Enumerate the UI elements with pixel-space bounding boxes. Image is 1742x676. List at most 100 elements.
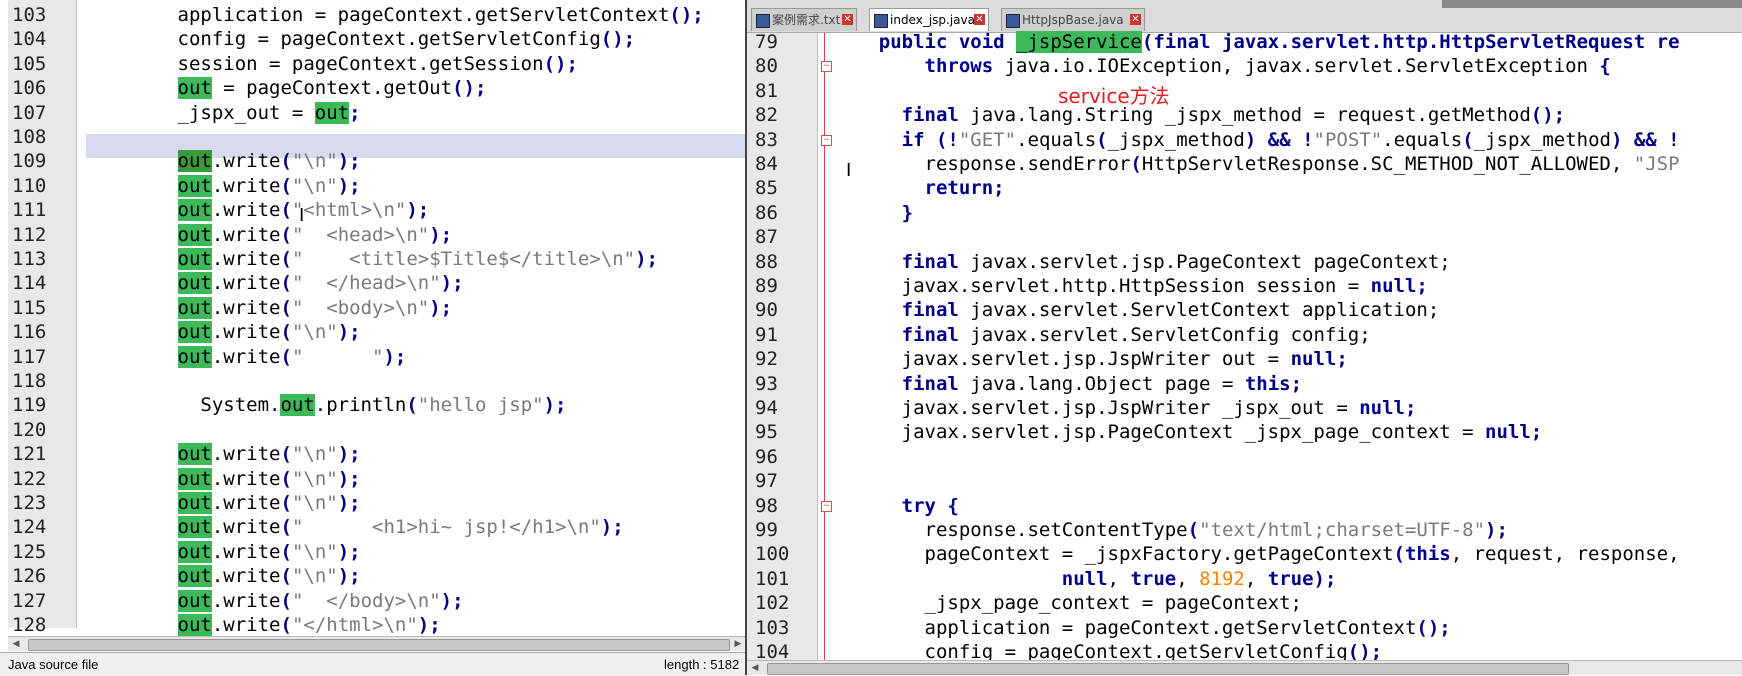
code-line[interactable]: _jspx_page_context = pageContext; — [833, 591, 1303, 615]
code-token: java.io.IOException, javax.servlet.Servl… — [1004, 55, 1600, 78]
line-number: 125 — [12, 540, 47, 563]
code-line[interactable]: response.sendError(HttpServletResponse.S… — [833, 152, 1680, 176]
code-token: "\n" — [291, 492, 338, 514]
code-token: ); — [543, 394, 567, 417]
line-number: 99 — [755, 519, 778, 541]
code-token: ( — [406, 394, 418, 417]
code-token: ) && ! — [1244, 128, 1314, 151]
code-token: ( — [280, 296, 292, 319]
code-line[interactable]: out.write("\n"); — [86, 540, 361, 564]
code-line[interactable]: javax.servlet.jsp.PageContext _jspx_page… — [833, 420, 1543, 444]
scroll-left-arrow-icon[interactable]: ◀ — [749, 662, 761, 674]
code-token: ( — [1096, 128, 1108, 151]
file-icon — [874, 14, 888, 28]
code-line[interactable]: _jspx_out = out; — [86, 101, 361, 125]
code-line[interactable]: final java.lang.String _jspx_method = re… — [833, 103, 1565, 127]
code-line[interactable]: response.setContentType("text/html;chars… — [833, 518, 1508, 542]
code-line[interactable]: if (!"GET".equals(_jspx_method) && !"POS… — [833, 128, 1680, 152]
line-number: 103 — [12, 4, 47, 26]
right-scroll-thumb[interactable] — [767, 663, 1569, 675]
code-line[interactable]: session = pageContext.getSession(); — [86, 52, 578, 76]
code-line[interactable]: out.write("\n"); — [86, 442, 361, 466]
tab-httpjspbase[interactable]: HttpJspBase.java ✕ — [1001, 8, 1145, 31]
code-line[interactable]: out.write(" <head>\n"); — [86, 223, 452, 247]
file-icon — [1006, 14, 1020, 28]
highlighted-token: out — [177, 467, 212, 490]
tab-label: HttpJspBase.java — [1022, 13, 1124, 27]
code-line[interactable]: out.write(" <h1>hi~ jsp!</h1>\n"); — [86, 515, 624, 539]
code-line[interactable]: out.write(" </body>\n"); — [86, 589, 464, 613]
fold-toggle-icon[interactable]: − — [821, 61, 832, 73]
code-line[interactable]: application = pageContext.getServletCont… — [833, 616, 1451, 640]
code-line[interactable]: final javax.servlet.ServletConfig config… — [833, 323, 1371, 347]
fold-toggle-icon[interactable]: − — [821, 134, 832, 146]
code-line[interactable]: out.write("<html>\n"); — [86, 198, 429, 222]
code-token: ); — [440, 272, 464, 295]
left-horizontal-scrollbar[interactable]: ◀ ▶ — [8, 636, 746, 651]
code-line[interactable]: application = pageContext.getServletCont… — [86, 3, 704, 27]
scroll-left-arrow-icon[interactable]: ◀ — [10, 638, 22, 650]
code-line[interactable]: out.write(" <body>\n"); — [86, 296, 452, 320]
code-line[interactable]: return; — [833, 176, 1005, 200]
close-tab-icon[interactable]: ✕ — [974, 14, 985, 25]
line-number: 94 — [755, 397, 778, 419]
code-line[interactable]: out.write("\n"); — [86, 491, 361, 515]
code-token: ); — [600, 516, 624, 539]
close-tab-icon[interactable]: ✕ — [842, 14, 853, 25]
status-length: length : 5182 — [664, 657, 740, 672]
code-line[interactable]: out = pageContext.getOut(); — [86, 76, 486, 100]
code-line[interactable]: try { — [833, 494, 959, 518]
right-horizontal-scrollbar[interactable]: ◀ — [747, 660, 1742, 675]
scroll-right-arrow-icon[interactable]: ▶ — [732, 638, 744, 650]
code-token: application = pageContext.getServletCont… — [86, 4, 670, 26]
fold-toggle-icon[interactable]: − — [821, 500, 832, 512]
line-number: 108 — [12, 126, 47, 148]
code-line[interactable]: } — [833, 201, 913, 225]
code-line[interactable]: out.write(" "); — [86, 345, 406, 369]
line-number: 97 — [755, 470, 778, 493]
code-token: ); — [337, 174, 361, 197]
code-token: .write — [211, 272, 281, 295]
line-number: 104 — [12, 28, 47, 51]
code-token: ; — [1530, 421, 1543, 444]
code-line[interactable]: javax.servlet.http.HttpSession session =… — [833, 274, 1428, 298]
close-tab-icon[interactable]: ✕ — [1130, 14, 1141, 25]
code-line[interactable]: out.write("\n"); — [86, 149, 361, 173]
code-line[interactable]: final javax.servlet.ServletContext appli… — [833, 298, 1440, 322]
tab-label: 案例需求.txt — [772, 13, 841, 27]
code-line[interactable]: config = pageContext.getServletConfig(); — [86, 27, 636, 51]
tab-index-jsp[interactable]: index_jsp.java ✕ — [869, 8, 989, 31]
line-number: 111 — [12, 199, 47, 222]
highlighted-token: out — [177, 321, 212, 344]
code-line[interactable]: javax.servlet.jsp.JspWriter out = null; — [833, 347, 1348, 371]
code-token: ); — [429, 223, 453, 246]
line-number: 100 — [755, 543, 790, 566]
highlighted-token: out — [177, 199, 212, 222]
code-line[interactable]: final javax.servlet.jsp.PageContext page… — [833, 250, 1451, 274]
code-line[interactable]: public void _jspService(final javax.serv… — [833, 30, 1680, 54]
code-line[interactable]: out.write("\n"); — [86, 320, 361, 344]
code-line[interactable]: throws java.io.IOException, javax.servle… — [833, 54, 1611, 78]
code-line[interactable]: out.write("\n"); — [86, 174, 361, 198]
code-line[interactable]: out.write(" <title>$Title$</title>\n"); — [86, 247, 658, 271]
code-line[interactable]: out.write("</html>\n"); — [86, 613, 441, 637]
tab-case-requirements[interactable]: 案例需求.txt ✕ — [751, 8, 857, 31]
highlighted-token: out — [177, 492, 212, 514]
highlighted-token: out — [177, 589, 212, 612]
code-line[interactable]: out.write("\n"); — [86, 467, 361, 491]
code-line[interactable]: out.write(" </head>\n"); — [86, 271, 464, 295]
code-token: javax.servlet.jsp.JspWriter _jspx_out = — [833, 397, 1360, 419]
code-token: ( — [1141, 31, 1154, 53]
left-scroll-thumb[interactable] — [28, 639, 730, 651]
code-line[interactable]: out.write("\n"); — [86, 564, 361, 588]
code-line[interactable]: final java.lang.Object page = this; — [833, 372, 1302, 396]
code-line[interactable]: null, true, 8192, true); — [833, 567, 1337, 591]
code-line[interactable]: System.out.println("hello jsp"); — [86, 393, 567, 417]
code-line[interactable]: javax.servlet.jsp.JspWriter _jspx_out = … — [833, 396, 1417, 420]
code-line[interactable]: pageContext = _jspxFactory.getPageContex… — [833, 542, 1680, 566]
code-token: return — [924, 177, 994, 200]
code-token: javax.servlet.jsp.PageContext pageContex… — [970, 250, 1451, 273]
